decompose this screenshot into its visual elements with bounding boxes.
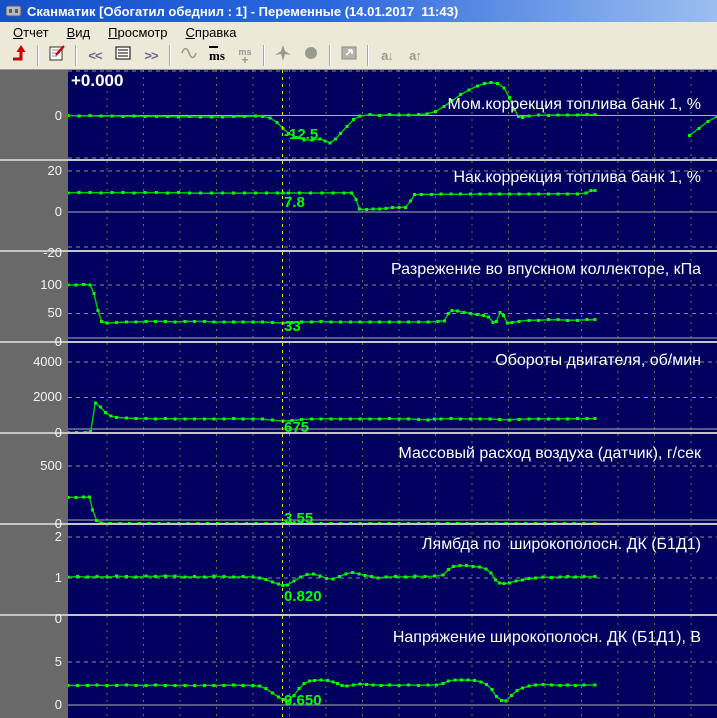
chart-panel-4: Обороты двигателя, об/мин 675: [0, 343, 717, 434]
toolbar-separator: [75, 45, 77, 66]
time-offset-label: +0.000: [71, 71, 123, 91]
window-title: Сканматик [Обогатил обеднил : 1] - Перем…: [27, 4, 458, 19]
ms-plus-label: ms+: [238, 48, 251, 64]
return-arrow-icon: [10, 44, 28, 67]
plot-region[interactable]: Напряжение широкополосн. ДК (Б1Д1), В 0.6…: [68, 616, 717, 718]
toolbar: << >> ms ms+ a↓ a↑: [0, 42, 717, 70]
menu-item-4[interactable]: Справка: [177, 23, 246, 42]
titlebar: Сканматик [Обогатил обеднил : 1] - Перем…: [0, 0, 717, 22]
next-page-glyph: >>: [144, 48, 157, 63]
app-icon: [6, 4, 22, 18]
font-down-glyph: a↓: [381, 48, 393, 63]
cursor-value-label: 0.820: [284, 588, 322, 605]
ms-label: ms: [209, 48, 225, 64]
cursor-value-label: 675: [284, 419, 309, 432]
chart-area: Мом.коррекция топлива банк 1, % -12.5 +0.0…: [0, 70, 717, 718]
report-button[interactable]: [5, 44, 33, 68]
menubar: ОтчетВидПросмотрСправка: [0, 22, 717, 42]
ms-plus-button[interactable]: ms+: [231, 44, 259, 68]
font-up-glyph: a↑: [409, 48, 421, 63]
chart-panel-7: Напряжение широкополосн. ДК (Б1Д1), В 0.6…: [0, 616, 717, 718]
toolbar-separator: [367, 45, 369, 66]
prev-page-button[interactable]: <<: [81, 44, 109, 68]
waveform-button[interactable]: [175, 44, 203, 68]
plane-icon: [274, 44, 292, 67]
toolbar-separator: [37, 45, 39, 66]
sine-wave-icon: [180, 45, 198, 66]
app-window: Сканматик [Обогатил обеднил : 1] - Перем…: [0, 0, 717, 718]
prev-page-glyph: <<: [88, 48, 101, 63]
toolbar-separator: [263, 45, 265, 66]
menu-item-2[interactable]: Вид: [58, 23, 100, 42]
chart-title: Обороты двигателя, об/мин: [495, 352, 701, 370]
chart-panel-5: Массовый расход воздуха (датчик), г/сек 3…: [0, 434, 717, 525]
chart-title: Нак.коррекция топлива банк 1, %: [453, 169, 701, 187]
chart-title: Разрежение во впускном коллекторе, кПа: [391, 261, 701, 279]
menu-item-3[interactable]: Просмотр: [99, 23, 176, 42]
resize-icon: [340, 45, 358, 66]
time-cursor[interactable]: [282, 70, 283, 718]
chart-title: Массовый расход воздуха (датчик), г/сек: [398, 445, 701, 463]
record-button[interactable]: [297, 44, 325, 68]
chart-panel-1: Мом.коррекция топлива банк 1, % -12.5 +0.0…: [0, 70, 717, 161]
toolbar-separator: [329, 45, 331, 66]
edit-note-button[interactable]: [43, 44, 71, 68]
cursor-value-label: 33: [284, 318, 301, 335]
toolbar-separator: [169, 45, 171, 66]
cursor-value-label: -12.5: [284, 126, 318, 143]
plot-region[interactable]: Массовый расход воздуха (датчик), г/сек 3…: [68, 434, 717, 523]
channel-list-button[interactable]: [109, 44, 137, 68]
plot-region[interactable]: Обороты двигателя, об/мин 675: [68, 343, 717, 432]
plot-region[interactable]: Разрежение во впускном коллекторе, кПа 33: [68, 252, 717, 341]
chart-panel-6: Лямбда по широкополосн. ДК (Б1Д1) 0.820: [0, 525, 717, 616]
plot-region[interactable]: Мом.коррекция топлива банк 1, % -12.5 +0.0…: [68, 70, 717, 159]
cursor-value-label: 7.8: [284, 194, 305, 211]
next-page-button[interactable]: >>: [137, 44, 165, 68]
font-up-button[interactable]: a↑: [401, 44, 429, 68]
chart-title: Напряжение широкополосн. ДК (Б1Д1), В: [393, 629, 701, 647]
ms-scale-button[interactable]: ms: [203, 44, 231, 68]
chart-panel-3: Разрежение во впускном коллекторе, кПа 33: [0, 252, 717, 343]
cursor-value-label: 0.650: [284, 692, 322, 709]
cursor-value-label: 3.55: [284, 510, 313, 523]
fullscreen-button[interactable]: [335, 44, 363, 68]
panels-container: Мом.коррекция топлива банк 1, % -12.5 +0.0…: [0, 70, 717, 718]
plot-region[interactable]: Нак.коррекция топлива банк 1, % 7.8: [68, 161, 717, 250]
chart-title: Мом.коррекция топлива банк 1, %: [448, 96, 701, 114]
font-down-button[interactable]: a↓: [373, 44, 401, 68]
list-icon: [114, 45, 132, 66]
chart-title: Лямбда по широкополосн. ДК (Б1Д1): [422, 536, 701, 554]
notepad-pencil-icon: [48, 44, 66, 67]
marker-button[interactable]: [269, 44, 297, 68]
plot-region[interactable]: Лямбда по широкополосн. ДК (Б1Д1) 0.820: [68, 525, 717, 614]
record-circle-icon: [303, 45, 319, 66]
chart-panel-2: Нак.коррекция топлива банк 1, % 7.8: [0, 161, 717, 252]
menu-item-1[interactable]: Отчет: [4, 23, 58, 42]
